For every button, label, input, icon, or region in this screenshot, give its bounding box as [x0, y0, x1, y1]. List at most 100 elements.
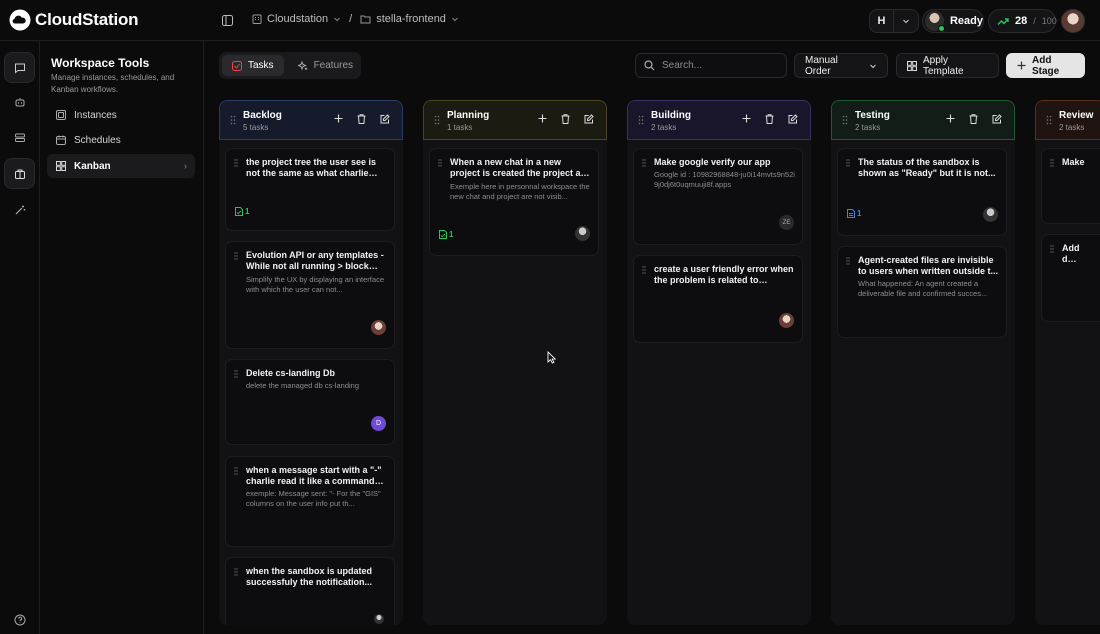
drag-handle-icon[interactable]	[234, 467, 238, 475]
breadcrumb-project[interactable]: stella-frontend	[360, 13, 459, 25]
task-card[interactable]: Agent-created files are invisible to use…	[837, 246, 1007, 338]
assignee-avatar[interactable]	[575, 226, 590, 241]
plus-icon[interactable]	[946, 114, 955, 124]
tools-rail-button[interactable]	[4, 158, 35, 189]
column-actions	[742, 114, 798, 124]
toggle-sidebar-icon[interactable]	[222, 15, 233, 26]
drag-handle-icon[interactable]	[1046, 115, 1052, 125]
help-circle-icon	[14, 614, 26, 626]
card-title: When a new chat in a new project is crea…	[450, 157, 592, 178]
drag-handle-icon[interactable]	[846, 257, 850, 265]
drag-handle-icon[interactable]	[842, 115, 848, 125]
sidebar-title: Workspace Tools	[51, 56, 150, 70]
sidebar-item-schedules[interactable]: Schedules	[47, 128, 195, 152]
search-input[interactable]	[662, 60, 772, 71]
task-card[interactable]: Make google verify our app Google id : 1…	[633, 148, 803, 245]
drag-handle-icon[interactable]	[230, 115, 236, 125]
magic-rail-button[interactable]	[4, 194, 35, 225]
assignee-avatar[interactable]: D	[371, 416, 386, 431]
column-title: Backlog	[243, 110, 282, 121]
storage-rail-button[interactable]	[4, 122, 35, 153]
task-card[interactable]: the project tree the user see is not the…	[225, 148, 395, 231]
breadcrumb-workspace[interactable]: Cloudstation	[252, 13, 341, 25]
drag-handle-icon[interactable]	[642, 266, 646, 274]
credits-pill[interactable]: 28 / 100	[988, 9, 1057, 33]
drag-handle-icon[interactable]	[1050, 159, 1054, 167]
task-card[interactable]: Delete cs-landing Db delete the managed …	[225, 359, 395, 445]
sidebar-item-instances[interactable]: Instances	[47, 103, 195, 127]
model-selector[interactable]: H	[869, 9, 919, 33]
task-card[interactable]: Make	[1041, 148, 1100, 224]
sidebar-item-label: Schedules	[74, 134, 121, 146]
task-card[interactable]: create a user friendly error when the pr…	[633, 255, 803, 343]
task-card[interactable]: Add d auto f	[1041, 234, 1100, 322]
chat-rail-button[interactable]	[4, 52, 35, 83]
app-logo[interactable]: CloudStation	[9, 9, 139, 31]
edit-icon[interactable]	[992, 114, 1002, 124]
drag-handle-icon[interactable]	[642, 159, 646, 167]
drag-handle-icon[interactable]	[638, 115, 644, 125]
drag-handle-icon[interactable]	[434, 115, 440, 125]
card-description: delete the managed db cs-landing	[246, 381, 359, 390]
edit-icon[interactable]	[788, 114, 798, 124]
calendar-icon	[56, 135, 66, 145]
trash-icon[interactable]	[357, 114, 366, 124]
badge-count: 1	[245, 207, 250, 216]
trash-icon[interactable]	[561, 114, 570, 124]
drag-handle-icon[interactable]	[234, 370, 238, 378]
edit-icon[interactable]	[380, 114, 390, 124]
task-card[interactable]: The status of the sandbox is shown as "R…	[837, 148, 1007, 236]
card-title: Delete cs-landing Db	[246, 368, 336, 378]
sidebar-item-kanban[interactable]: Kanban ›	[47, 154, 195, 178]
drag-handle-icon[interactable]	[234, 568, 238, 576]
credits-used: 28	[1015, 15, 1028, 27]
trending-up-icon	[997, 17, 1009, 26]
card-title: Add d auto f	[1062, 243, 1080, 264]
plus-icon[interactable]	[742, 114, 751, 124]
chevron-down-icon[interactable]	[894, 10, 918, 32]
drag-handle-icon[interactable]	[234, 252, 238, 260]
tab-features[interactable]: Features	[288, 55, 363, 76]
search-box[interactable]	[635, 53, 787, 78]
drag-handle-icon[interactable]	[1050, 245, 1054, 253]
assignee-avatar[interactable]	[983, 207, 998, 222]
file-green-icon	[235, 207, 243, 216]
plus-icon[interactable]	[334, 114, 343, 124]
badge-count: 1	[449, 230, 454, 239]
assignee-avatar[interactable]	[371, 320, 386, 335]
trash-icon[interactable]	[765, 114, 774, 124]
checkbox-icon	[232, 60, 242, 71]
task-card[interactable]: When a new chat in a new project is crea…	[429, 148, 599, 256]
drag-handle-icon[interactable]	[234, 159, 238, 167]
chevron-down-icon	[333, 15, 341, 23]
grid-icon	[56, 161, 66, 171]
bot-rail-button[interactable]	[4, 86, 35, 117]
assignee-avatar[interactable]: ZE	[779, 215, 794, 230]
apply-template-button[interactable]: Apply Template	[896, 53, 999, 78]
agent-avatar	[925, 11, 945, 32]
plus-icon	[1017, 61, 1026, 70]
add-stage-button[interactable]: Add Stage	[1006, 53, 1085, 78]
file-green-icon	[439, 230, 447, 239]
kanban-column-planning: Planning 1 tasks When a new chat in a ne…	[423, 100, 607, 625]
trash-icon[interactable]	[969, 114, 978, 124]
task-card[interactable]: when the sandbox is updated successfuly …	[225, 557, 395, 625]
drag-handle-icon[interactable]	[438, 159, 442, 167]
help-rail-button[interactable]	[4, 604, 35, 634]
column-header: Testing 2 tasks	[831, 100, 1015, 140]
folder-icon	[360, 14, 371, 24]
task-card[interactable]: when a message start with a "-" charlie …	[225, 456, 395, 547]
tab-tasks[interactable]: Tasks	[222, 55, 284, 76]
edit-icon[interactable]	[584, 114, 594, 124]
assignee-avatar[interactable]	[779, 313, 794, 328]
plus-icon[interactable]	[538, 114, 547, 124]
server-icon	[56, 110, 66, 120]
h-label: H	[870, 10, 894, 32]
status-pill[interactable]: Ready	[922, 9, 984, 33]
task-card[interactable]: Evolution API or any templates - While n…	[225, 241, 395, 349]
column-count: 5 tasks	[243, 123, 269, 132]
user-avatar[interactable]	[1061, 9, 1085, 33]
order-dropdown[interactable]: Manual Order	[794, 53, 888, 78]
drag-handle-icon[interactable]	[846, 159, 850, 167]
assignee-avatar[interactable]	[374, 614, 384, 624]
